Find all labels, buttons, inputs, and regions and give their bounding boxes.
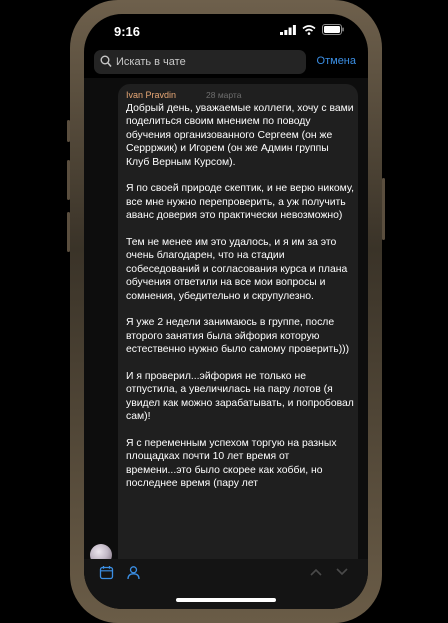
status-icons [280,24,344,35]
message-paragraph: Я уже 2 недели занимаюсь в группе, после… [126,317,350,356]
message-paragraph: Я по своей природе скептик, и не верю ни… [126,183,354,222]
status-time: 9:16 [114,24,141,39]
side-button [67,160,70,200]
message-bubble: Ivan Pravdin 28 марта Добрый день, уважа… [118,84,358,604]
home-indicator [176,598,276,602]
chevron-down-icon[interactable] [335,567,349,577]
status-bar: 9:16 [84,14,368,48]
side-button [67,120,70,142]
side-button [382,178,385,240]
sender-name[interactable]: Ivan Pravdin [126,90,176,100]
notch [174,14,278,24]
cancel-button[interactable]: Отмена [317,55,356,67]
search-input[interactable] [116,50,302,74]
message-paragraph: Тем не менее им это удалось, и я им за э… [126,237,348,302]
side-button [67,212,70,252]
wifi-icon [302,24,316,35]
message-date: 28 марта [206,90,242,100]
signal-bars-icon [280,24,296,35]
battery-icon [322,24,344,35]
phone-screen: 9:16 Искать в чате Отмена Ivan Pravdin 2… [84,14,368,609]
calendar-icon[interactable] [99,565,114,580]
message-paragraph: И я проверил...эйфория не только не отпу… [126,371,354,423]
search-icon [100,55,112,67]
search-box[interactable] [94,50,306,74]
message-text: Добрый день, уважаемые коллеги, хочу с в… [126,102,354,504]
message-paragraph: Добрый день, уважаемые коллеги, хочу с в… [126,103,354,168]
chat-area[interactable]: Ivan Pravdin 28 марта Добрый день, уважа… [84,78,368,609]
message-paragraph: Я с переменным успехом торгую на разных … [126,438,337,490]
person-icon[interactable] [126,565,141,580]
chevron-up-icon[interactable] [309,567,323,577]
search-row: Отмена [84,50,368,76]
